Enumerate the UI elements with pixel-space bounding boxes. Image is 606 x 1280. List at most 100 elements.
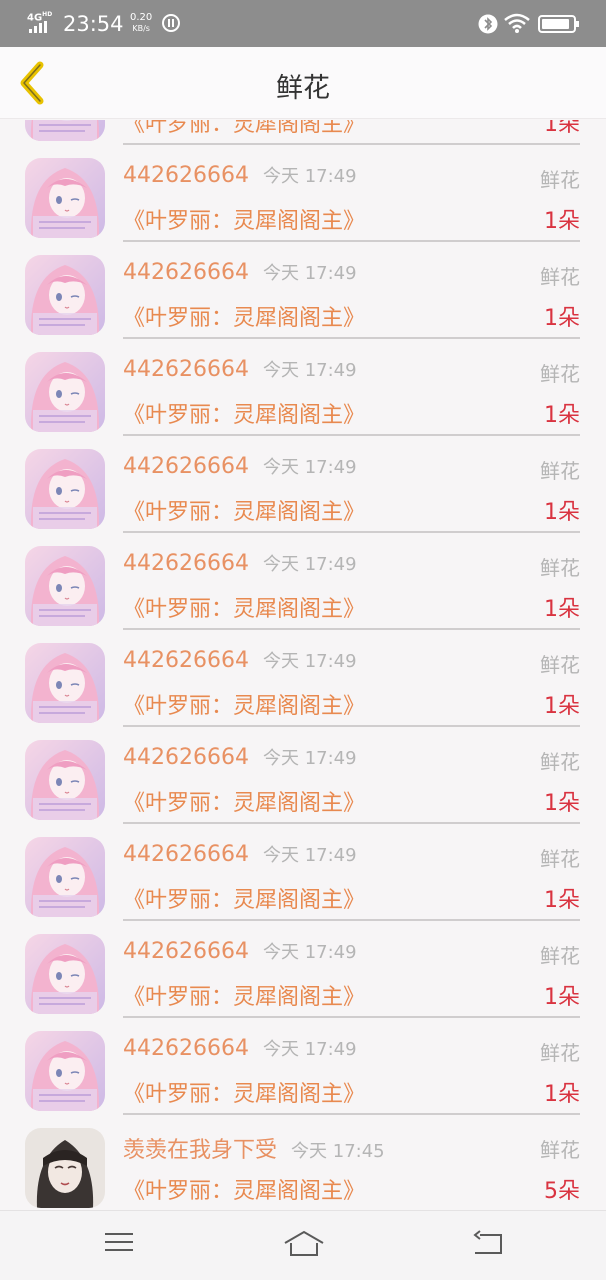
divider: [123, 1113, 580, 1115]
list-item[interactable]: 442626664今天 17:49鲜花《叶罗丽：灵犀阁阁主》1朵: [0, 635, 606, 732]
list-item[interactable]: 442626664今天 17:49 鲜花《叶罗丽：灵犀阁阁主》 1朵: [0, 829, 606, 926]
list-item[interactable]: 442626664今天 17:49 鲜花《叶罗丽：灵犀阁阁主》 1朵: [0, 150, 606, 247]
avatar[interactable]: [25, 643, 105, 723]
divider: [123, 725, 580, 727]
username[interactable]: 442626664 今天 17:49: [123, 1035, 357, 1061]
username[interactable]: 442626664 今天 17:49: [123, 259, 357, 285]
flower-count: 1朵: [544, 403, 580, 428]
status-bar: 4GHD 23:54 0.20 KB/s: [0, 0, 606, 47]
list-item[interactable]: 442626664今天 17:49 鲜花《叶罗丽：灵犀阁阁主》 1朵: [0, 344, 606, 441]
divider: [123, 143, 580, 145]
timestamp: 今天 17:49: [262, 1039, 357, 1060]
timestamp: 今天 17:49: [262, 748, 357, 769]
flower-count: 1朵: [544, 791, 580, 816]
divider: [123, 822, 580, 824]
book-title[interactable]: 《叶罗丽：灵犀阁阁主》: [123, 120, 365, 138]
timestamp: 今天 17:49: [262, 457, 357, 478]
gift-type: 鲜花: [540, 847, 580, 871]
timestamp: 今天 17:49: [262, 360, 357, 381]
flower-count: 1朵: [544, 1082, 580, 1107]
username[interactable]: 羡羡在我身下受 今天 17:45: [123, 1132, 385, 1164]
page-title: 鲜花: [276, 73, 330, 104]
book-title[interactable]: 《叶罗丽：灵犀阁阁主》: [123, 979, 365, 1011]
flower-count: 5朵: [544, 1179, 580, 1204]
system-nav-bar: [0, 1210, 606, 1280]
gift-type: 鲜花: [540, 362, 580, 386]
timestamp: 今天 17:49: [262, 263, 357, 284]
list-item[interactable]: 442626664今天 17:49 鲜花《叶罗丽：灵犀阁阁主》 1朵: [0, 732, 606, 829]
avatar[interactable]: [25, 449, 105, 529]
book-title[interactable]: 《叶罗丽：灵犀阁阁主》: [123, 494, 365, 526]
username[interactable]: 442626664 今天 17:49: [123, 162, 357, 188]
wifi-icon: [504, 13, 530, 33]
username[interactable]: 442626664 今天 17:49: [123, 453, 357, 479]
gift-type: 鲜花: [540, 265, 580, 289]
menu-icon[interactable]: [104, 1229, 134, 1255]
timestamp: 今天 17:49: [262, 651, 357, 672]
list-item[interactable]: 442626664今天 17:49 鲜花《叶罗丽：灵犀阁阁主》 1朵: [0, 441, 606, 538]
flower-count: 1朵: [544, 597, 580, 622]
flower-count: 1朵: [544, 985, 580, 1010]
avatar[interactable]: [25, 352, 105, 432]
avatar[interactable]: [25, 120, 105, 141]
book-title[interactable]: 《叶罗丽：灵犀阁阁主》: [123, 300, 365, 332]
avatar[interactable]: [25, 546, 105, 626]
gift-type: 鲜花: [540, 1138, 580, 1162]
timestamp: 今天 17:49: [262, 166, 357, 187]
avatar[interactable]: [25, 255, 105, 335]
flower-count: 1朵: [544, 694, 580, 719]
gift-type: 鲜花: [540, 168, 580, 192]
username[interactable]: 442626664 今天 17:49: [123, 550, 357, 576]
book-title[interactable]: 《叶罗丽：灵犀阁阁主》: [123, 1076, 365, 1108]
avatar[interactable]: [25, 740, 105, 820]
username[interactable]: 442626664 今天 17:49: [123, 647, 357, 673]
book-title[interactable]: 《叶罗丽：灵犀阁阁主》: [123, 688, 365, 720]
username[interactable]: 442626664 今天 17:49: [123, 744, 357, 770]
gift-type: 鲜花: [540, 459, 580, 483]
avatar[interactable]: [25, 1128, 105, 1208]
list-item[interactable]: 442626664今天 17:49 鲜花《叶罗丽：灵犀阁阁主》 1朵: [0, 247, 606, 344]
list-item[interactable]: 442626664今天 17:49 鲜花《叶罗丽：灵犀阁阁主》 1朵: [0, 1023, 606, 1120]
gift-type: 鲜花: [540, 944, 580, 968]
flower-count: 1朵: [544, 306, 580, 331]
avatar[interactable]: [25, 1031, 105, 1111]
gift-type: 鲜花: [540, 750, 580, 774]
list-item[interactable]: 442626664今天 17:49 鲜花《叶罗丽：灵犀阁阁主》 1朵: [0, 926, 606, 1023]
list-item[interactable]: 羡羡在我身下受 今天 17:45 鲜花《叶罗丽：灵犀阁阁主》 5朵: [0, 1120, 606, 1210]
list-item[interactable]: 442626664今天 17:49鲜花《叶罗丽：灵犀阁阁主》1朵: [0, 120, 606, 150]
book-title[interactable]: 《叶罗丽：灵犀阁阁主》: [123, 882, 365, 914]
avatar[interactable]: [25, 934, 105, 1014]
username[interactable]: 442626664 今天 17:49: [123, 841, 357, 867]
username[interactable]: 442626664 今天 17:49: [123, 938, 357, 964]
book-title[interactable]: 《叶罗丽：灵犀阁阁主》: [123, 591, 365, 623]
username[interactable]: 442626664 今天 17:49: [123, 356, 357, 382]
divider: [123, 1016, 580, 1018]
home-icon[interactable]: [283, 1229, 325, 1259]
book-title[interactable]: 《叶罗丽：灵犀阁阁主》: [123, 397, 365, 429]
divider: [123, 531, 580, 533]
flower-record-list[interactable]: 442626664今天 17:49鲜花《叶罗丽：灵犀阁阁主》1朵44262666…: [0, 120, 606, 1210]
gift-type: 鲜花: [540, 1041, 580, 1065]
signal-icon: [29, 21, 47, 33]
divider: [123, 628, 580, 630]
app-header: 鲜花: [0, 47, 606, 119]
divider: [123, 337, 580, 339]
book-title[interactable]: 《叶罗丽：灵犀阁阁主》: [123, 203, 365, 235]
flower-count: 1朵: [544, 209, 580, 234]
flower-count: 1朵: [544, 120, 580, 137]
back-icon[interactable]: [472, 1229, 504, 1257]
flower-count: 1朵: [544, 888, 580, 913]
hd-badge-icon: [162, 14, 180, 32]
battery-icon: [538, 15, 579, 33]
timestamp: 今天 17:45: [291, 1141, 385, 1162]
flower-count: 1朵: [544, 500, 580, 525]
divider: [123, 919, 580, 921]
divider: [123, 240, 580, 242]
list-item[interactable]: 442626664今天 17:49鲜花《叶罗丽：灵犀阁阁主》1朵: [0, 538, 606, 635]
network-speed: 0.20 KB/s: [130, 12, 153, 33]
book-title[interactable]: 《叶罗丽：灵犀阁阁主》: [123, 1173, 365, 1205]
avatar[interactable]: [25, 158, 105, 238]
book-title[interactable]: 《叶罗丽：灵犀阁阁主》: [123, 785, 365, 817]
avatar[interactable]: [25, 837, 105, 917]
divider: [123, 434, 580, 436]
